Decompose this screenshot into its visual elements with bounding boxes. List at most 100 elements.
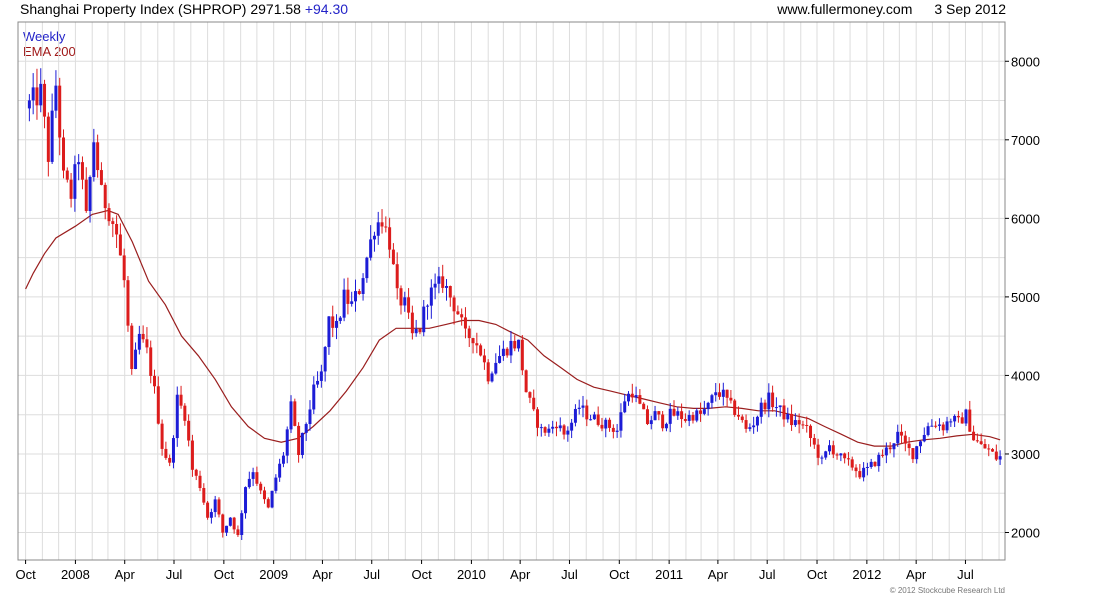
candle-down xyxy=(532,397,536,410)
x-tick-label: Jul xyxy=(561,567,578,582)
candle-up xyxy=(687,415,691,421)
candle-up xyxy=(213,499,217,513)
candle-up xyxy=(244,487,248,514)
candle-down xyxy=(638,395,642,404)
x-tick-label: Apr xyxy=(312,567,333,582)
candle-up xyxy=(209,512,213,518)
candle-down xyxy=(111,221,115,225)
candle-up xyxy=(627,393,631,402)
candle-up xyxy=(604,419,608,429)
candle-up xyxy=(748,427,752,429)
candle-up xyxy=(50,110,54,162)
candle-up xyxy=(342,289,346,318)
candle-down xyxy=(611,427,615,432)
candle-up xyxy=(922,434,926,442)
candle-up xyxy=(589,419,593,421)
candle-up xyxy=(39,83,43,106)
candle-up xyxy=(27,100,31,109)
candle-down xyxy=(418,328,422,333)
candle-down xyxy=(505,348,509,356)
candle-down xyxy=(900,431,904,436)
candle-down xyxy=(596,414,600,425)
x-tick-label: Apr xyxy=(115,567,136,582)
candle-up xyxy=(433,283,437,288)
candle-up xyxy=(429,287,433,306)
candle-down xyxy=(410,312,414,334)
candle-down xyxy=(471,338,475,344)
candle-down xyxy=(126,280,130,326)
candle-down xyxy=(600,424,604,429)
candle-down xyxy=(463,317,467,329)
price-chart: Oct 2008 Apr Jul Oct 2009 Apr Jul Oct 2010 Apr Jul O… xyxy=(15,21,1040,582)
candle-down xyxy=(812,438,816,445)
candle-up xyxy=(949,421,953,423)
candle-up xyxy=(361,278,365,294)
candle-up xyxy=(251,472,255,479)
candle-up xyxy=(619,412,623,431)
candle-up xyxy=(494,362,498,374)
candle-up xyxy=(827,445,831,452)
candle-down xyxy=(645,409,649,425)
candle-down xyxy=(262,490,266,500)
candle-down xyxy=(975,440,979,442)
x-tick-label: Oct xyxy=(411,567,432,582)
candle-down xyxy=(763,402,767,410)
candle-up xyxy=(721,389,725,397)
candle-down xyxy=(846,458,850,460)
candle-down xyxy=(236,529,240,535)
candle-down xyxy=(850,459,854,468)
candle-down xyxy=(718,392,722,397)
candle-down xyxy=(202,488,206,503)
candle-down xyxy=(467,328,471,339)
candle-down xyxy=(441,276,445,288)
candle-down xyxy=(130,325,134,370)
candle-up xyxy=(312,384,316,410)
candle-down xyxy=(80,162,84,180)
candle-down xyxy=(118,234,122,256)
x-tick-label: Oct xyxy=(807,567,828,582)
candle-up xyxy=(247,478,251,488)
candle-down xyxy=(452,297,456,312)
candle-down xyxy=(691,415,695,421)
candle-down xyxy=(968,409,972,432)
candle-down xyxy=(399,288,403,306)
candle-up xyxy=(634,395,638,398)
candle-up xyxy=(281,455,285,464)
y-tick-label: 6000 xyxy=(1011,211,1040,226)
candle-up xyxy=(551,426,555,429)
candle-up xyxy=(702,409,706,414)
candle-up xyxy=(285,429,289,456)
candle-down xyxy=(979,441,983,445)
y-tick-label: 4000 xyxy=(1011,368,1040,383)
candle-up xyxy=(323,347,327,372)
candle-up xyxy=(664,423,668,429)
candle-down xyxy=(956,415,960,418)
candle-up xyxy=(73,164,77,199)
x-tick-label: Apr xyxy=(510,567,531,582)
candle-down xyxy=(991,449,995,452)
candle-up xyxy=(865,466,869,468)
candle-down xyxy=(456,311,460,315)
candle-up xyxy=(892,443,896,450)
candle-down xyxy=(797,420,801,425)
candle-up xyxy=(820,457,824,459)
candle-up xyxy=(437,276,441,284)
candle-up xyxy=(319,371,323,381)
candle-down xyxy=(744,420,748,429)
candle-up xyxy=(676,411,680,416)
candle-up xyxy=(930,425,934,427)
candle-up xyxy=(668,408,672,424)
candle-down xyxy=(160,423,164,449)
candle-up xyxy=(289,401,293,430)
candle-down xyxy=(790,413,794,426)
candle-up xyxy=(953,415,957,422)
candle-down xyxy=(46,116,50,162)
candle-up xyxy=(137,333,141,350)
candle-down xyxy=(771,392,775,408)
candle-up xyxy=(316,380,320,385)
candle-up xyxy=(915,446,919,460)
candle-up xyxy=(767,392,771,410)
candle-down xyxy=(903,435,907,444)
x-tick-label: 2011 xyxy=(655,567,683,582)
candle-down xyxy=(407,297,411,313)
